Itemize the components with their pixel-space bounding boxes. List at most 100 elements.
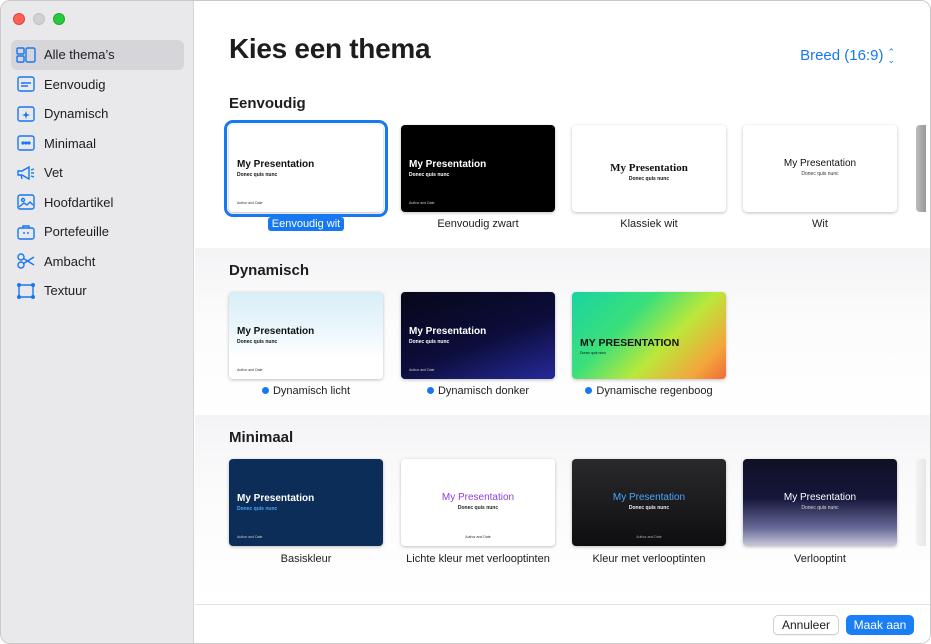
cancel-button[interactable]: Annuleer	[773, 615, 839, 635]
slide-title: My Presentation	[783, 158, 857, 169]
sidebar-item-simple[interactable]: Eenvoudig	[11, 70, 184, 100]
slide-subtitle: Donec quis nunc	[237, 172, 278, 178]
create-button[interactable]: Maak aan	[846, 615, 914, 635]
slide-title: My Presentation	[237, 159, 315, 170]
theme-thumbnail-dynamic-rainbow[interactable]: MY PRESENTATION Donec quis nunc	[572, 292, 726, 379]
theme-thumbnail-basic-color[interactable]: My Presentation Donec quis nunc Author a…	[229, 459, 383, 546]
slide-footer: Author and Date	[237, 201, 263, 205]
texture-frame-icon	[16, 282, 36, 300]
theme-label: Verlooptint	[794, 553, 846, 565]
theme-label-text: Eenvoudig wit	[267, 217, 345, 231]
minimize-window-button[interactable]	[33, 13, 45, 25]
slide-title: MY PRESENTATION	[580, 337, 680, 349]
sidebar-item-bold[interactable]: Vet	[11, 158, 184, 188]
slide-footer: Author and Date	[409, 368, 435, 372]
slide-subtitle: Donec quis nunc	[628, 176, 670, 182]
theme-thumbnail-dynamic-dark[interactable]: My Presentation Donec quis nunc Author a…	[401, 292, 555, 379]
section-title: Minimaal	[229, 429, 294, 446]
theme-label: Wit	[812, 218, 828, 230]
theme-label: Dynamische regenboog	[564, 385, 734, 398]
sidebar-item-label: Hoofdartikel	[44, 194, 114, 210]
slide-title: My Presentation	[441, 492, 515, 503]
slide-footer: Author and Date	[237, 535, 263, 539]
slide-footer: Author and Date	[409, 201, 435, 205]
theme-label: Klassiek wit	[620, 218, 678, 230]
sidebar: Alle thema’s Eenvoudig Dynamisch Minimaa…	[1, 1, 194, 643]
sidebar-item-label: Ambacht	[44, 253, 96, 269]
theme-thumbnail-simple-white[interactable]: My Presentation Donec quis nunc Author a…	[224, 120, 388, 217]
new-indicator-dot	[426, 387, 434, 394]
main-panel: Kies een thema Breed (16:9) ⌃ ⌄ Eenvoudig…	[195, 1, 930, 643]
sidebar-item-portfolio[interactable]: Portefeuille	[11, 217, 184, 247]
slide-title: My Presentation	[237, 326, 315, 337]
scissors-icon	[16, 252, 36, 270]
aspect-ratio-popup[interactable]: Breed (16:9) ⌃ ⌄	[800, 47, 895, 64]
briefcase-icon	[16, 223, 36, 241]
slide-subtitle: Donec quis nunc	[801, 171, 839, 177]
zoom-window-button[interactable]	[53, 13, 65, 25]
theme-label: Kleur met verlooptinten	[592, 553, 706, 565]
aspect-ratio-label: Breed (16:9)	[800, 47, 884, 64]
megaphone-icon	[16, 164, 36, 182]
slide-subtitle: Donec quis nunc	[237, 506, 278, 512]
next-theme-peek	[916, 459, 926, 546]
minimal-dots-icon	[16, 134, 36, 152]
window-controls	[13, 13, 65, 25]
slide-subtitle: Donec quis nunc	[457, 505, 499, 511]
slide-title: My Presentation	[612, 492, 686, 503]
theme-label-text: Dynamische regenboog	[596, 385, 713, 397]
theme-label: Eenvoudig zwart	[437, 218, 519, 230]
dialog-footer: Annuleer Maak aan	[195, 604, 930, 643]
slide-title: My Presentation	[783, 492, 857, 503]
slide-subtitle: Donec quis nunc	[237, 339, 278, 345]
dynamic-sparkle-icon	[16, 105, 36, 123]
theme-thumbnail-classic-white[interactable]: My Presentation Donec quis nunc	[572, 125, 726, 212]
theme-thumbnail-light-gradient-color[interactable]: My Presentation Donec quis nunc Author a…	[401, 459, 555, 546]
up-down-chevron-icon: ⌃ ⌄	[887, 46, 895, 65]
section-minimal: Minimaal My Presentation Donec quis nunc…	[195, 415, 930, 604]
theme-label-text: Dynamisch licht	[272, 385, 351, 397]
next-theme-peek	[916, 125, 926, 212]
sidebar-item-label: Textuur	[44, 283, 87, 299]
sidebar-item-label: Alle thema’s	[44, 47, 115, 63]
slide-footer: Author and Date	[465, 535, 491, 539]
theme-thumbnail-simple-black[interactable]: My Presentation Donec quis nunc Author a…	[401, 125, 555, 212]
slide-subtitle: Donec quis nunc	[628, 505, 670, 511]
theme-label: Dynamisch licht	[221, 385, 391, 398]
slide-footer: Author and Date	[237, 368, 263, 372]
slide-title: My Presentation	[409, 326, 487, 337]
sidebar-item-label: Vet	[44, 165, 63, 181]
slide-subtitle: Donec quis nunc	[801, 505, 839, 511]
slide-subtitle: Donec quis nunc	[409, 172, 450, 178]
page-title: Kies een thema	[229, 33, 431, 64]
sidebar-item-texture[interactable]: Textuur	[11, 276, 184, 306]
new-indicator-dot	[585, 387, 593, 394]
slide-subtitle: Donec quis nunc	[409, 339, 450, 345]
sidebar-list: Alle thema’s Eenvoudig Dynamisch Minimaa…	[11, 40, 184, 306]
sidebar-item-label: Minimaal	[44, 135, 97, 151]
new-indicator-dot	[261, 387, 269, 394]
slide-subtitle: Donec quis nunc	[580, 351, 607, 355]
slide-title: My Presentation	[610, 162, 688, 174]
theme-thumbnail-white[interactable]: My Presentation Donec quis nunc	[743, 125, 897, 212]
theme-thumbnail-dynamic-light[interactable]: My Presentation Donec quis nunc Author a…	[229, 292, 383, 379]
sidebar-item-label: Dynamisch	[44, 106, 109, 122]
theme-thumbnail-gradient-color[interactable]: My Presentation Donec quis nunc Author a…	[572, 459, 726, 546]
sidebar-item-headline[interactable]: Hoofdartikel	[11, 188, 184, 218]
theme-label-text: Dynamisch donker	[437, 385, 530, 397]
sidebar-item-label: Portefeuille	[44, 224, 110, 240]
sidebar-item-craft[interactable]: Ambacht	[11, 247, 184, 277]
slide-title: My Presentation	[237, 493, 315, 504]
section-simple: Eenvoudig My Presentation Donec quis nun…	[195, 81, 930, 248]
section-title: Eenvoudig	[229, 95, 306, 112]
sidebar-item-minimal[interactable]: Minimaal	[11, 129, 184, 159]
sidebar-item-label: Eenvoudig	[44, 76, 106, 92]
all-themes-icon	[16, 46, 36, 64]
slide-footer: Author and Date	[636, 535, 662, 539]
theme-thumbnail-gradient[interactable]: My Presentation Donec quis nunc	[743, 459, 897, 546]
picture-icon	[16, 193, 36, 211]
close-window-button[interactable]	[13, 13, 25, 25]
sidebar-item-all-themes[interactable]: Alle thema’s	[11, 40, 184, 70]
sidebar-item-dynamic[interactable]: Dynamisch	[11, 99, 184, 129]
slide-title: My Presentation	[409, 159, 487, 170]
